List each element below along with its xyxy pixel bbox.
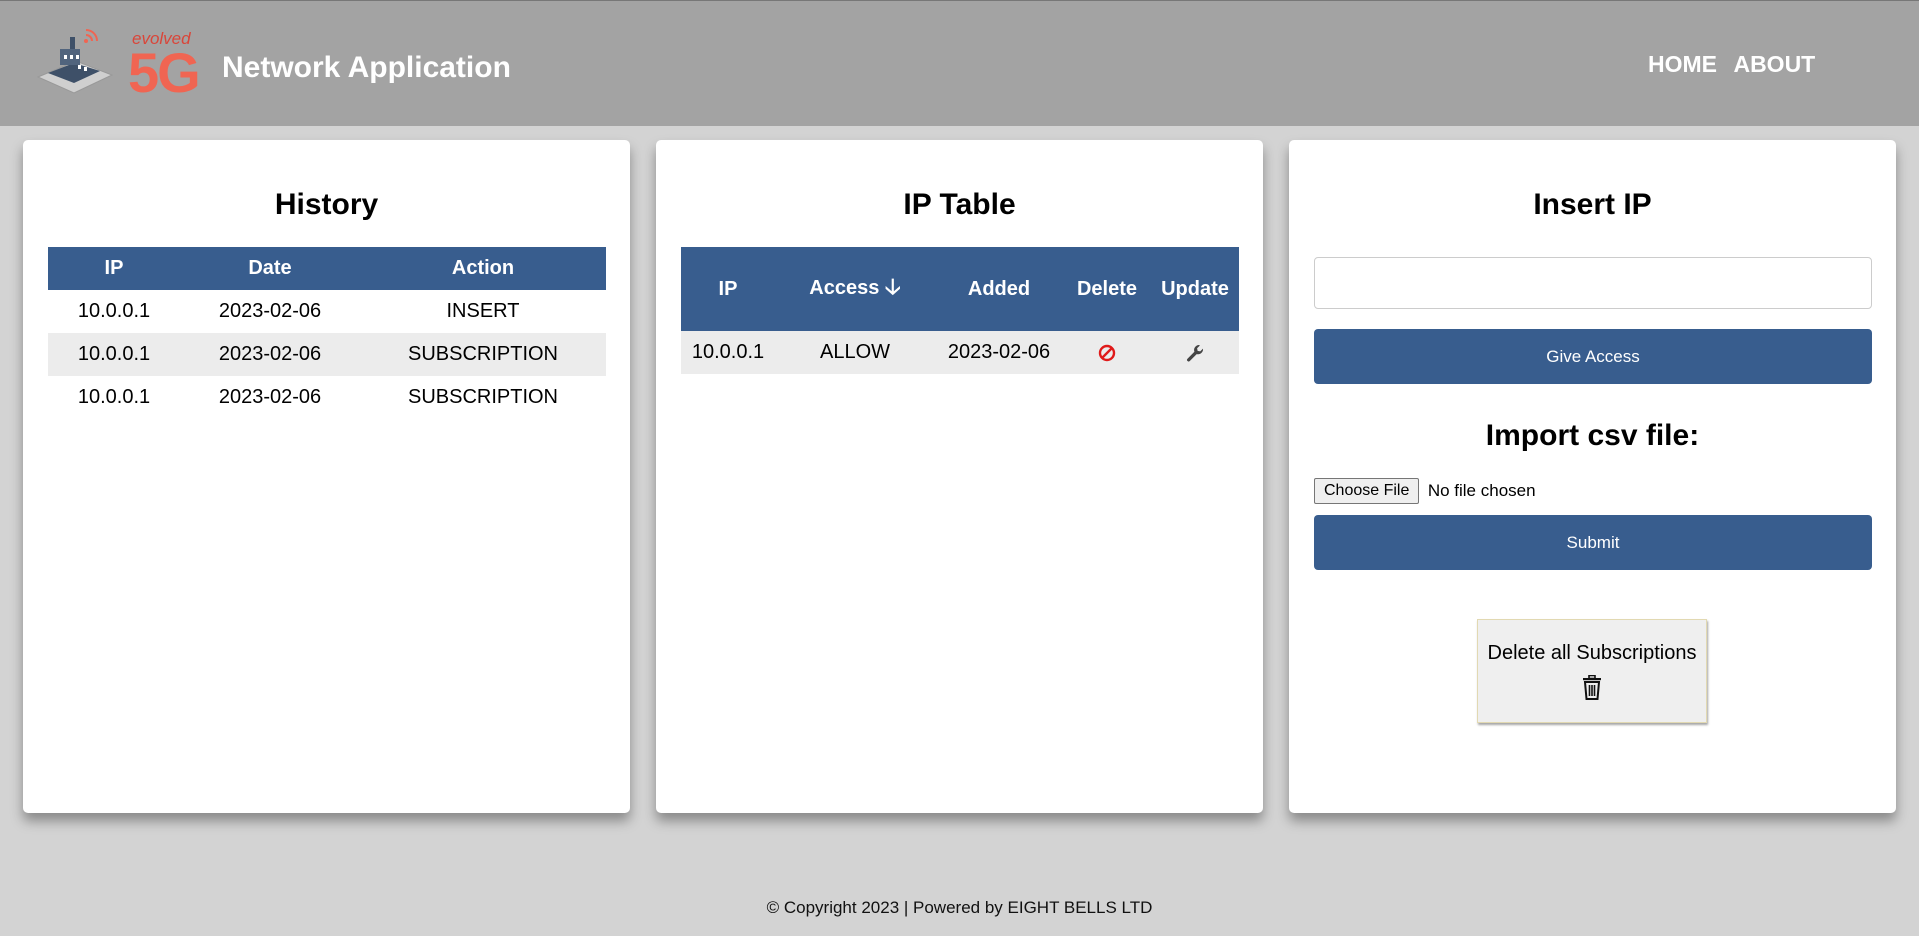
logo-5g-text: 5G <box>128 41 201 104</box>
history-col-date: Date <box>180 247 360 290</box>
ip-table-header-row: IP Access 🡣 Added Delete Update <box>681 247 1239 331</box>
access-cell: ALLOW <box>775 331 935 374</box>
insert-ip-title: Insert IP <box>1533 188 1652 221</box>
delete-all-subscriptions-button[interactable]: Delete all Subscriptions <box>1477 619 1707 723</box>
history-action-cell: SUBSCRIPTION <box>407 386 559 408</box>
delete-all-label: Delete all Subscriptions <box>1487 642 1697 664</box>
history-date-cell: 2023-02-06 <box>218 300 322 322</box>
history-ip-cell: 10.0.0.1 <box>77 300 151 322</box>
top-header: evolved 5G Network Application HOME ABOU… <box>0 0 1919 126</box>
update-cell <box>1151 331 1239 374</box>
added-cell: 2023-02-06 <box>935 331 1063 374</box>
history-ip-cell: 10.0.0.1 <box>48 333 180 376</box>
app-title: Network Application <box>222 51 511 84</box>
history-header-row: IP Date Action <box>48 247 606 290</box>
ip-col-ip[interactable]: IP <box>681 247 775 331</box>
ip-col-access[interactable]: Access 🡣 <box>775 247 935 331</box>
main-nav: HOME ABOUT <box>1648 49 1827 79</box>
history-table: IP Date Action 10.0.0.1 2023-02-06 INSER… <box>48 247 606 419</box>
file-input: Choose File No file chosen <box>1314 478 1536 506</box>
import-csv-title: Import csv file: <box>1485 419 1700 452</box>
ip-col-update: Update <box>1151 247 1239 331</box>
history-action-cell: INSERT <box>446 300 520 322</box>
ip-table-card: IP Table IP Access 🡣 Added Delete Update… <box>656 140 1263 813</box>
nav-about-link[interactable]: ABOUT <box>1733 51 1815 77</box>
history-title: History <box>274 188 379 221</box>
history-action-cell: SUBSCRIPTION <box>360 333 606 376</box>
table-row: 10.0.0.1 2023-02-06 SUBSCRIPTION <box>48 376 606 419</box>
history-col-action: Action <box>360 247 606 290</box>
history-card: History IP Date Action 10.0.0.1 2023-02-… <box>23 140 630 813</box>
footer-copyright: © Copyright 2023 | Powered by EIGHT BELL… <box>766 898 1153 917</box>
evolved-5g-logo[interactable]: evolved 5G <box>36 29 201 103</box>
table-row: 10.0.0.1 2023-02-06 INSERT <box>48 290 606 333</box>
wrench-icon[interactable] <box>1185 343 1205 363</box>
ip-col-added[interactable]: Added <box>935 247 1063 331</box>
delete-cell <box>1063 331 1151 374</box>
nav-home-link[interactable]: HOME <box>1648 51 1717 77</box>
history-col-ip: IP <box>48 247 180 290</box>
arrow-down-icon: 🡣 <box>884 274 901 299</box>
table-row: 10.0.0.1 2023-02-06 SUBSCRIPTION <box>48 333 606 376</box>
history-ip-cell: 10.0.0.1 <box>77 386 151 408</box>
ip-table-title: IP Table <box>903 188 1016 221</box>
ip-cell: 10.0.0.1 <box>681 331 775 374</box>
factory-icon <box>36 29 114 94</box>
table-row: 10.0.0.1 ALLOW 2023-02-06 <box>681 331 1239 374</box>
file-status-text: No file chosen <box>1427 480 1536 500</box>
ip-table: IP Access 🡣 Added Delete Update 10.0.0.1… <box>681 247 1239 374</box>
give-access-button[interactable]: Give Access <box>1314 329 1872 384</box>
submit-button[interactable]: Submit <box>1314 515 1872 570</box>
history-date-cell: 2023-02-06 <box>218 386 322 408</box>
insert-ip-card: Insert IP Give Access Import csv file: C… <box>1289 140 1896 813</box>
block-icon[interactable] <box>1098 344 1116 362</box>
history-date-cell: 2023-02-06 <box>180 333 360 376</box>
ip-input[interactable] <box>1314 257 1872 309</box>
ip-col-access-label: Access <box>809 277 880 299</box>
choose-file-button[interactable]: Choose File <box>1314 478 1420 504</box>
ip-col-delete: Delete <box>1063 247 1151 331</box>
trash-icon <box>1583 675 1601 700</box>
